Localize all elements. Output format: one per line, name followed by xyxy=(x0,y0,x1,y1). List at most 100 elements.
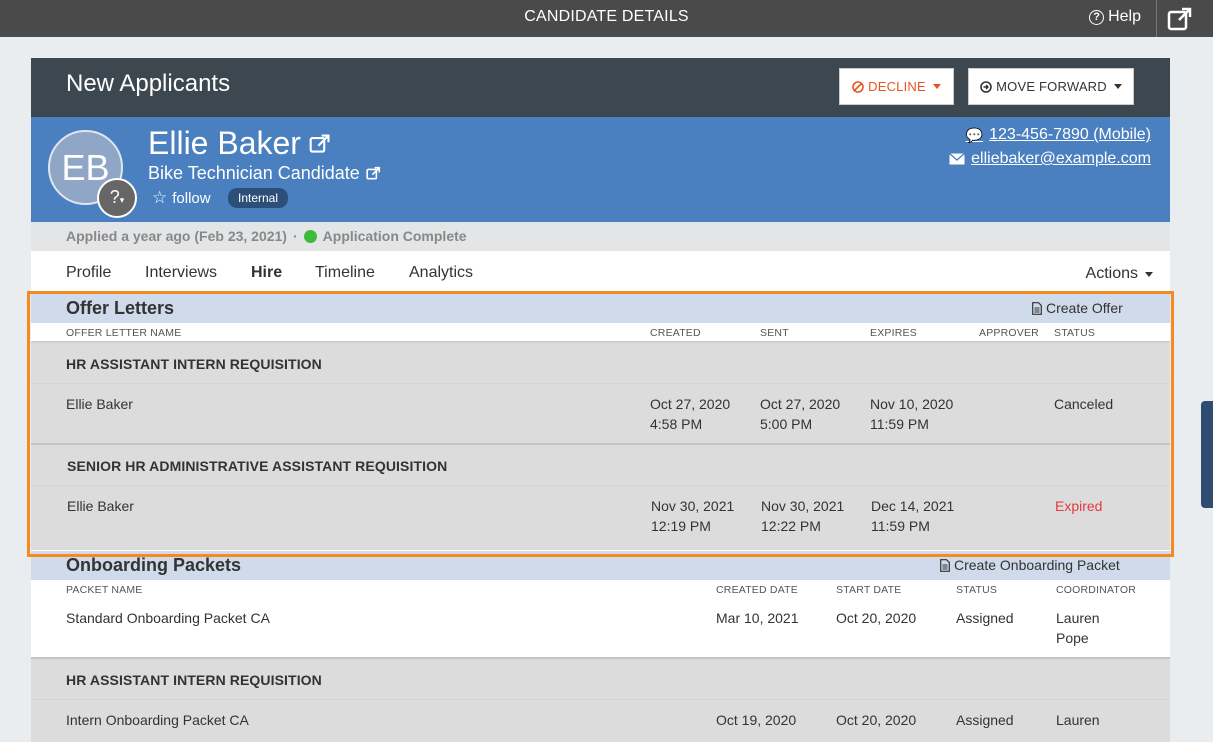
chat-icon: 💬 xyxy=(965,126,984,143)
start-date: Oct 20, 2020 xyxy=(836,712,917,728)
popout-icon[interactable] xyxy=(1167,6,1193,32)
created-time: 12:19 PM xyxy=(651,518,711,534)
window-title: CANDIDATE DETAILS xyxy=(524,8,689,25)
tab-hire[interactable]: Hire xyxy=(251,264,282,282)
created-date: Nov 30, 2021 xyxy=(651,498,735,514)
onboarding-group: HR ASSISTANT INTERN REQUISITION Intern O… xyxy=(31,659,1170,742)
decline-label: DECLINE xyxy=(868,79,926,94)
status-dot-icon xyxy=(303,229,317,243)
phone-link[interactable]: 💬 123-456-7890 (Mobile) xyxy=(966,126,1151,144)
created-date: Mar 10, 2021 xyxy=(716,610,799,626)
offer-letters-header: Offer Letters Create Offer xyxy=(31,294,1170,323)
side-panel-tab[interactable] xyxy=(1201,401,1213,508)
topbar-divider xyxy=(1156,0,1157,37)
column-header: STATUS xyxy=(956,584,998,596)
actions-label: Actions xyxy=(1085,265,1138,282)
follow-label: follow xyxy=(172,189,211,207)
external-link-icon xyxy=(366,166,380,180)
envelope-icon xyxy=(949,153,966,165)
column-header: STATUS xyxy=(1054,327,1096,339)
job-title: Bike Technician Candidate xyxy=(148,163,360,183)
application-status: Application Complete xyxy=(322,228,467,244)
candidate-name-link[interactable]: Ellie Baker xyxy=(148,125,331,162)
decline-button[interactable]: DECLINE xyxy=(839,68,954,105)
create-onboarding-button[interactable]: Create Onboarding Packet xyxy=(940,557,1120,573)
packet-name: Standard Onboarding Packet CA xyxy=(66,610,270,626)
internal-badge: Internal xyxy=(228,188,289,208)
document-icon xyxy=(1032,301,1042,315)
actions-dropdown[interactable]: Actions xyxy=(1086,265,1153,283)
tab-interviews[interactable]: Interviews xyxy=(145,264,217,282)
offer-letters-columns: OFFER LETTER NAME CREATED SENT EXPIRES A… xyxy=(31,323,1170,343)
sent-date: Nov 30, 2021 xyxy=(761,498,845,514)
expires-time: 11:59 PM xyxy=(871,518,930,534)
status-label: Assigned xyxy=(956,712,1014,728)
expires-time: 11:59 PM xyxy=(870,416,929,432)
application-status-bar: Applied a year ago (Feb 23, 2021) · Appl… xyxy=(31,222,1170,251)
created-date: Oct 27, 2020 xyxy=(650,396,731,412)
chevron-down-icon xyxy=(1113,84,1122,89)
move-forward-button[interactable]: MOVE FORWARD xyxy=(968,68,1134,105)
external-link-icon xyxy=(309,133,330,153)
offer-name: Ellie Baker xyxy=(67,498,134,514)
status-separator: · xyxy=(292,228,298,244)
coordinator-first: Lauren xyxy=(1056,712,1100,728)
sent-time: 12:22 PM xyxy=(761,518,821,534)
status-label: Assigned xyxy=(956,610,1014,626)
tab-profile[interactable]: Profile xyxy=(66,264,111,282)
move-forward-label: MOVE FORWARD xyxy=(996,79,1107,94)
table-row[interactable]: Standard Onboarding Packet CA Mar 10, 20… xyxy=(31,598,1170,659)
applied-date: Applied a year ago (Feb 23, 2021) xyxy=(66,228,287,244)
column-header: PACKET NAME xyxy=(66,584,143,596)
star-icon: ☆ xyxy=(152,188,168,207)
column-header: CREATED DATE xyxy=(716,584,798,596)
arrow-circle-icon xyxy=(980,80,992,93)
offer-name: Ellie Baker xyxy=(66,396,133,412)
column-header: START DATE xyxy=(836,584,902,596)
expires-date: Nov 10, 2020 xyxy=(870,396,954,412)
column-header: OFFER LETTER NAME xyxy=(66,327,182,339)
requisition-name: SENIOR HR ADMINISTRATIVE ASSISTANT REQUI… xyxy=(67,458,448,474)
onboarding-columns: PACKET NAME CREATED DATE START DATE STAT… xyxy=(31,580,1170,598)
chevron-down-icon xyxy=(932,84,941,89)
follow-button[interactable]: ☆ follow xyxy=(152,188,211,208)
document-icon xyxy=(940,558,950,572)
avatar-menu-badge[interactable]: ?▾ xyxy=(97,178,137,218)
column-header: APPROVER xyxy=(979,327,1039,339)
phone-number: 123-456-7890 (Mobile) xyxy=(989,126,1151,143)
status-label-expired: Expired xyxy=(1055,498,1103,514)
offer-group: HR ASSISTANT INTERN REQUISITION Ellie Ba… xyxy=(31,343,1170,550)
coordinator-last: Pope xyxy=(1056,630,1089,646)
help-label: Help xyxy=(1108,8,1141,25)
requisition-header: HR ASSISTANT INTERN REQUISITION xyxy=(31,659,1170,700)
avatar-badge-label: ? xyxy=(109,187,120,207)
help-icon: ? xyxy=(1089,9,1105,25)
table-row[interactable]: Ellie Baker Nov 30, 2021 12:19 PM Nov 30… xyxy=(31,486,1170,550)
help-link[interactable]: ? Help xyxy=(1089,8,1141,26)
create-offer-button[interactable]: Create Offer xyxy=(1032,300,1123,316)
expires-date: Dec 14, 2021 xyxy=(871,498,955,514)
tab-timeline[interactable]: Timeline xyxy=(315,264,375,282)
column-header: SENT xyxy=(760,327,789,339)
job-title-link[interactable]: Bike Technician Candidate xyxy=(148,163,381,184)
email-address: elliebaker@example.com xyxy=(971,150,1151,167)
offer-letters-title: Offer Letters xyxy=(66,298,175,318)
candidate-header: EB ?▾ Ellie Baker Bike Technician Candid… xyxy=(31,117,1170,222)
packet-name: Intern Onboarding Packet CA xyxy=(66,712,249,728)
onboarding-header: Onboarding Packets Create Onboarding Pac… xyxy=(31,551,1170,580)
tab-analytics[interactable]: Analytics xyxy=(409,264,473,282)
ban-icon xyxy=(852,80,864,93)
top-bar: CANDIDATE DETAILS ? Help xyxy=(0,0,1213,37)
column-header: COORDINATOR xyxy=(1056,584,1136,596)
table-row[interactable]: Intern Onboarding Packet CA Oct 19, 2020… xyxy=(31,700,1170,742)
table-row[interactable]: Ellie Baker Oct 27, 2020 4:58 PM Oct 27,… xyxy=(31,384,1170,445)
candidate-name: Ellie Baker xyxy=(148,125,301,161)
email-link[interactable]: elliebaker@example.com xyxy=(949,150,1151,168)
chevron-down-icon xyxy=(1145,271,1153,277)
requisition-name: HR ASSISTANT INTERN REQUISITION xyxy=(66,356,322,372)
requisition-header: HR ASSISTANT INTERN REQUISITION xyxy=(31,343,1170,384)
status-label: Canceled xyxy=(1054,396,1114,412)
stage-title: New Applicants xyxy=(66,70,231,97)
candidate-card: New Applicants DECLINE MOVE FORWARD EB ?… xyxy=(31,58,1170,742)
onboarding-title: Onboarding Packets xyxy=(66,555,242,575)
